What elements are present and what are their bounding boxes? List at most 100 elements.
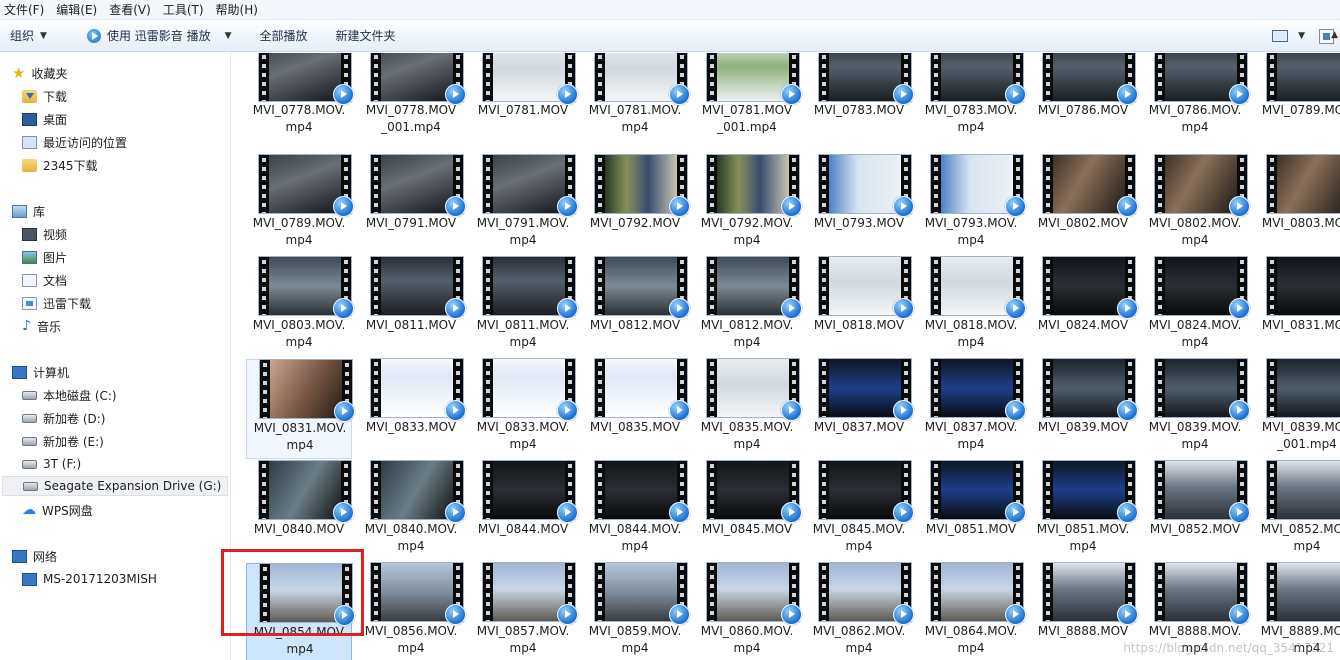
chevron-down-icon[interactable]: ▼ (1298, 31, 1305, 41)
file-item[interactable]: MVI_0839.MOV _001.mp4 (1254, 359, 1340, 459)
nav-item-drive-d[interactable]: 新加卷 (D:) (22, 408, 105, 428)
file-item[interactable]: MVI_0860.MOV. mp4 (694, 563, 802, 660)
file-item[interactable]: MVI_0854.MOV. mp4 (246, 563, 355, 660)
nav-item-music[interactable]: ♪ 音乐 (22, 316, 61, 336)
nav-item-drive-g[interactable]: Seagate Expansion Drive (G:) (2, 476, 228, 496)
file-name: MVI_0852.MOV. mp4 (1254, 521, 1340, 555)
file-item[interactable]: MVI_0812.MOV. mp4 (694, 257, 802, 357)
file-item[interactable]: MVI_0792.MOV. mp4 (694, 155, 802, 255)
file-item[interactable]: MVI_0845.MOV. mp4 (806, 461, 914, 561)
file-item[interactable]: MVI_0852.MOV. mp4 (1254, 461, 1340, 561)
file-name: MVI_0844.MOV (470, 521, 576, 538)
file-item[interactable]: MVI_0778.MOV _001.mp4 (358, 53, 466, 153)
play-all-button[interactable]: 全部播放 (250, 24, 318, 48)
file-item[interactable]: MVI_8888.MOV (1030, 563, 1138, 660)
nav-libraries[interactable]: 库 (12, 201, 45, 221)
nav-item-drive-f[interactable]: 3T (F:) (22, 454, 81, 474)
file-item[interactable]: MVI_0811.MOV (358, 257, 466, 357)
file-item[interactable]: MVI_0778.MOV. mp4 (246, 53, 354, 153)
nav-item-drive-c[interactable]: 本地磁盘 (C:) (22, 385, 117, 405)
file-item[interactable]: MVI_0831.MOV. mp4 (246, 359, 355, 459)
file-item[interactable]: MVI_0803.MOV (1254, 155, 1340, 255)
file-item[interactable]: MVI_0783.MOV (806, 53, 914, 153)
scroll-up-arrow-icon[interactable]: ▲ (1331, 30, 1338, 40)
nav-item-downloads[interactable]: 下载 (22, 86, 67, 106)
file-item[interactable]: MVI_0786.MOV. mp4 (1142, 53, 1250, 153)
file-item[interactable]: MVI_0791.MOV. mp4 (470, 155, 578, 255)
file-item[interactable]: MVI_0856.MOV. mp4 (358, 563, 466, 660)
file-item[interactable]: MVI_0824.MOV (1030, 257, 1138, 357)
file-item[interactable]: MVI_0857.MOV. mp4 (470, 563, 578, 660)
file-item[interactable]: MVI_0845.MOV (694, 461, 802, 561)
file-item[interactable]: MVI_0859.MOV. mp4 (582, 563, 690, 660)
file-item[interactable]: MVI_0781.MOV _001.mp4 (694, 53, 802, 153)
file-item[interactable]: MVI_0824.MOV. mp4 (1142, 257, 1250, 357)
nav-item-xunlei-downloads[interactable]: 迅雷下载 (22, 293, 91, 313)
file-item[interactable]: MVI_0783.MOV. mp4 (918, 53, 1026, 153)
file-item[interactable]: MVI_0789.MOV. mp4 (246, 155, 354, 255)
file-item[interactable]: MVI_0835.MOV (582, 359, 690, 459)
file-item[interactable]: MVI_0837.MOV (806, 359, 914, 459)
file-item[interactable]: MVI_0793.MOV. mp4 (918, 155, 1026, 255)
menu-help[interactable]: 帮助(H) (212, 1, 266, 18)
file-name-line-1: MVI_0789.MOV. (252, 216, 346, 230)
file-item[interactable]: MVI_0839.MOV (1030, 359, 1138, 459)
file-item[interactable]: MVI_0791.MOV (358, 155, 466, 255)
menu-edit[interactable]: 编辑(E) (52, 1, 105, 18)
file-item[interactable]: MVI_0844.MOV. mp4 (582, 461, 690, 561)
file-item[interactable]: MVI_0862.MOV. mp4 (806, 563, 914, 660)
file-item[interactable]: MVI_0811.MOV. mp4 (470, 257, 578, 357)
nav-item-documents[interactable]: 文档 (22, 270, 67, 290)
file-item[interactable]: MVI_0818.MOV (806, 257, 914, 357)
file-item[interactable]: MVI_0840.MOV (246, 461, 354, 561)
file-item[interactable]: MVI_0793.MOV (806, 155, 914, 255)
file-item[interactable]: MVI_0833.MOV (358, 359, 466, 459)
video-frame (1053, 155, 1125, 213)
file-item[interactable]: MVI_0852.MOV (1142, 461, 1250, 561)
file-name: MVI_0781.MOV (470, 102, 576, 119)
nav-item-network-pc[interactable]: MS-20171203MISH (22, 569, 157, 589)
nav-network[interactable]: 网络 (12, 546, 57, 566)
file-item[interactable]: MVI_0818.MOV. mp4 (918, 257, 1026, 357)
file-item[interactable]: MVI_0837.MOV. mp4 (918, 359, 1026, 459)
nav-item-2345-downloads[interactable]: 2345下载 (22, 155, 98, 175)
nav-item-recent-places[interactable]: 最近访问的位置 (22, 132, 127, 152)
file-item[interactable]: MVI_0802.MOV. mp4 (1142, 155, 1250, 255)
menu-tools[interactable]: 工具(T) (159, 1, 212, 18)
nav-favorites[interactable]: ★ 收藏夹 (12, 63, 67, 83)
file-item[interactable]: MVI_0833.MOV. mp4 (470, 359, 578, 459)
video-frame (493, 461, 565, 519)
file-item[interactable]: MVI_0844.MOV (470, 461, 578, 561)
play-with-button[interactable]: 使用 迅雷影音 播放 ▼ (77, 24, 242, 48)
menu-file[interactable]: 文件(F) (0, 1, 52, 18)
nav-item-desktop[interactable]: 桌面 (22, 109, 67, 129)
file-item[interactable]: MVI_0851.MOV (918, 461, 1026, 561)
file-list[interactable]: MVI_0778.MOV. mp4 MVI_0778.MOV _001.mp4 MVI_… (232, 53, 1340, 660)
menu-view[interactable]: 查看(V) (105, 1, 159, 18)
file-item[interactable]: MVI_0851.MOV. mp4 (1030, 461, 1138, 561)
video-frame (1277, 461, 1340, 519)
file-item[interactable]: MVI_0792.MOV (582, 155, 690, 255)
nav-computer[interactable]: 计算机 (12, 362, 69, 382)
new-folder-button[interactable]: 新建文件夹 (326, 24, 406, 48)
nav-item-videos[interactable]: 视频 (22, 224, 67, 244)
file-item[interactable]: MVI_0840.MOV. mp4 (358, 461, 466, 561)
file-item[interactable]: MVI_0812.MOV (582, 257, 690, 357)
file-item[interactable]: MVI_0839.MOV. mp4 (1142, 359, 1250, 459)
file-name-line-2: mp4 (621, 120, 649, 134)
file-item[interactable]: MVI_0786.MOV (1030, 53, 1138, 153)
organize-button[interactable]: 组织 ▼ (0, 24, 57, 48)
change-view-icon[interactable] (1272, 30, 1289, 42)
file-item[interactable]: MVI_0789.MOV (1254, 53, 1340, 153)
xunlei-download-icon (22, 296, 37, 310)
file-item[interactable]: MVI_0835.MOV. mp4 (694, 359, 802, 459)
file-item[interactable]: MVI_0831.MOV (1254, 257, 1340, 357)
nav-item-pictures[interactable]: 图片 (22, 247, 67, 267)
file-item[interactable]: MVI_0781.MOV. mp4 (582, 53, 690, 153)
nav-item-wps-cloud[interactable]: ☁ WPS网盘 (22, 500, 93, 520)
file-item[interactable]: MVI_0802.MOV (1030, 155, 1138, 255)
file-item[interactable]: MVI_0864.MOV. mp4 (918, 563, 1026, 660)
nav-item-drive-e[interactable]: 新加卷 (E:) (22, 431, 104, 451)
file-item[interactable]: MVI_0803.MOV. mp4 (246, 257, 354, 357)
file-item[interactable]: MVI_0781.MOV (470, 53, 578, 153)
